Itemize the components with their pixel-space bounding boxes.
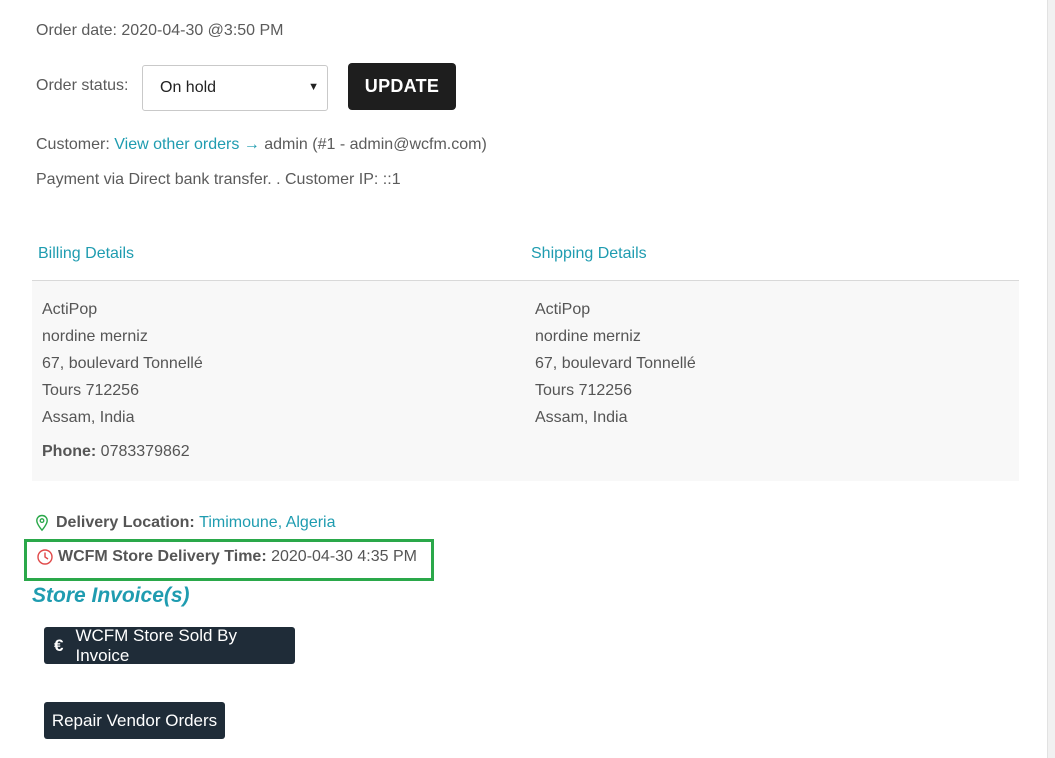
billing-line: 67, boulevard Tonnellé bbox=[42, 355, 203, 372]
store-invoice-button-label: WCFM Store Sold By Invoice bbox=[75, 625, 238, 665]
phone-label: Phone: bbox=[42, 443, 97, 460]
vertical-scrollbar[interactable] bbox=[1047, 0, 1055, 758]
view-other-orders-link[interactable]: View other orders → bbox=[114, 136, 260, 153]
billing-line: Tours 712256 bbox=[42, 382, 139, 399]
billing-line: Assam, India bbox=[42, 409, 135, 426]
order-status-label: Order status: bbox=[36, 77, 129, 94]
shipping-line: ActiPop bbox=[535, 301, 591, 318]
delivery-location-label: Delivery Location: bbox=[56, 514, 195, 531]
store-invoice-button[interactable]: € WCFM Store Sold By Invoice bbox=[44, 625, 295, 665]
billing-line: ActiPop bbox=[42, 301, 98, 318]
delivery-location-link[interactable]: Timimoune, Algeria bbox=[199, 514, 335, 532]
billing-phone: Phone: 0783379862 bbox=[42, 443, 190, 461]
update-button[interactable]: UPDATE bbox=[348, 63, 456, 110]
order-status-value: On hold bbox=[160, 79, 217, 96]
shipping-line: Assam, India bbox=[535, 409, 628, 426]
customer-value: admin (#1 - admin@wcfm.com) bbox=[264, 136, 487, 153]
dropdown-arrow-icon: ▼ bbox=[308, 81, 319, 93]
shipping-line: Tours 712256 bbox=[535, 382, 632, 399]
repair-vendor-orders-button[interactable]: Repair Vendor Orders bbox=[44, 702, 225, 739]
delivery-time-label: WCFM Store Delivery Time: bbox=[58, 548, 267, 565]
customer-line: Customer: View other orders → admin (#1 … bbox=[36, 136, 487, 154]
billing-line: nordine merniz bbox=[42, 328, 148, 345]
billing-details-title: Billing Details bbox=[38, 245, 135, 262]
euro-icon: € bbox=[54, 635, 64, 655]
payment-info: Payment via Direct bank transfer. . Cust… bbox=[36, 171, 401, 188]
map-pin-icon bbox=[34, 514, 50, 532]
order-date-value: 2020-04-30 @3:50 PM bbox=[121, 22, 284, 39]
store-invoices-title: Store Invoice(s) bbox=[32, 584, 190, 607]
order-date-label: Order date: bbox=[36, 22, 117, 39]
clock-icon bbox=[36, 548, 53, 566]
delivery-time: WCFM Store Delivery Time: 2020-04-30 4:3… bbox=[36, 548, 417, 566]
order-date: Order date: 2020-04-30 @3:50 PM bbox=[36, 22, 284, 40]
customer-label: Customer: bbox=[36, 136, 110, 153]
billing-address: ActiPop nordine merniz 67, boulevard Ton… bbox=[42, 296, 203, 431]
delivery-location: Delivery Location: Timimoune, Algeria bbox=[34, 514, 336, 532]
shipping-details-title: Shipping Details bbox=[531, 245, 647, 262]
delivery-time-value: 2020-04-30 4:35 PM bbox=[271, 548, 417, 565]
shipping-line: nordine merniz bbox=[535, 328, 641, 345]
shipping-line: 67, boulevard Tonnellé bbox=[535, 355, 696, 372]
phone-value: 0783379862 bbox=[100, 443, 190, 460]
order-status-select[interactable]: On hold ▼ bbox=[142, 65, 328, 111]
shipping-address: ActiPop nordine merniz 67, boulevard Ton… bbox=[535, 296, 696, 431]
